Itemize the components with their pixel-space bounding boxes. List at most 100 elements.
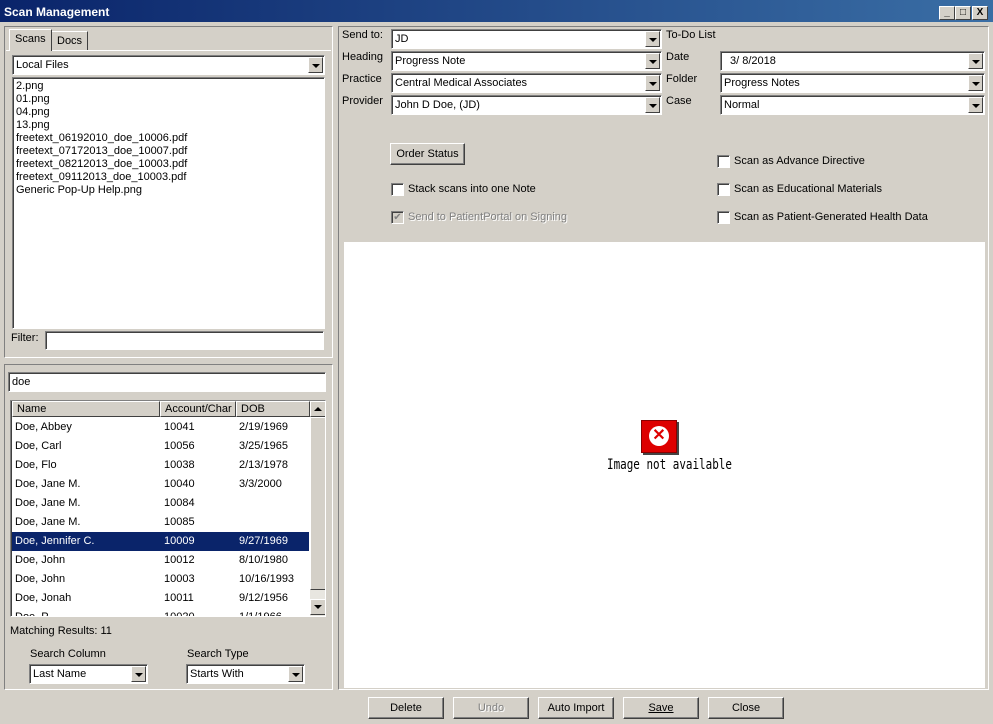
patient-search-input[interactable]: doe xyxy=(8,372,326,392)
chevron-down-icon[interactable] xyxy=(131,666,146,682)
table-row[interactable]: Doe, Jonah 10011 9/12/1956 xyxy=(12,589,309,608)
column-header-account[interactable]: Account/Char xyxy=(160,401,236,417)
provider-value: John D Doe, (JD) xyxy=(395,99,480,111)
todo-list-label[interactable]: To-Do List xyxy=(666,29,716,41)
table-row[interactable]: Doe, John 10003 10/16/1993 xyxy=(12,570,309,589)
table-row[interactable]: Doe, Jennifer C. 10009 9/27/1969 xyxy=(12,532,309,551)
window-title: Scan Management xyxy=(4,5,110,19)
patient-generated-checkbox[interactable] xyxy=(717,211,730,224)
cell-dob: 2/13/1978 xyxy=(239,459,288,471)
chevron-down-icon[interactable] xyxy=(645,31,660,47)
cell-account: 10011 xyxy=(164,592,194,604)
scroll-down-icon[interactable] xyxy=(310,599,325,615)
folder-select[interactable]: Progress Notes xyxy=(720,73,985,93)
file-list-item[interactable]: freetext_09112013_doe_10003.pdf xyxy=(13,171,324,184)
cell-name: Doe, Jane M. xyxy=(15,497,81,509)
search-column-value: Last Name xyxy=(33,668,87,680)
scroll-up-icon[interactable] xyxy=(310,401,325,417)
column-header-name[interactable]: Name xyxy=(12,401,160,417)
chevron-down-icon[interactable] xyxy=(308,57,323,73)
date-picker[interactable]: 3/ 8/2018 xyxy=(720,51,985,71)
search-column-select[interactable]: Last Name xyxy=(29,664,148,684)
patient-grid[interactable]: Name Account/Char DOB Doe, Abbey 10041 2/1… xyxy=(10,400,326,617)
file-list[interactable]: 2.png 01.png 04.png 13.png freetext_06192010… xyxy=(12,77,325,329)
cell-account: 10020 xyxy=(164,608,195,616)
table-row[interactable]: Doe, Jane M. 10084 xyxy=(12,494,309,513)
table-row[interactable]: Doe, Carl 10056 3/25/1965 xyxy=(12,437,309,456)
chevron-down-icon[interactable] xyxy=(645,97,660,113)
cell-name: Doe, Flo xyxy=(15,459,57,471)
table-row[interactable]: Doe, Flo 10038 2/13/1978 xyxy=(12,456,309,475)
scroll-thumb[interactable] xyxy=(310,417,325,590)
advance-directive-label: Scan as Advance Directive xyxy=(734,155,865,167)
close-window-button[interactable]: X xyxy=(972,6,988,20)
save-button[interactable]: Save xyxy=(623,697,699,719)
chevron-down-icon[interactable] xyxy=(968,53,983,69)
minimize-button[interactable]: _ xyxy=(939,6,955,20)
cell-dob: 10/16/1993 xyxy=(239,573,295,585)
file-list-item[interactable]: 04.png xyxy=(13,106,324,119)
undo-button[interactable]: Undo xyxy=(453,697,529,719)
send-to-label: Send to: xyxy=(342,29,383,41)
practice-select[interactable]: Central Medical Associates xyxy=(391,73,662,93)
case-label: Case xyxy=(666,95,692,107)
chevron-down-icon[interactable] xyxy=(968,75,983,91)
cell-account: 10041 xyxy=(164,421,195,433)
tab-scans[interactable]: Scans xyxy=(9,29,52,51)
close-button[interactable]: Close xyxy=(708,697,784,719)
table-row[interactable]: Doe, John 10012 8/10/1980 xyxy=(12,551,309,570)
table-row[interactable]: Doe, Jane M. 10085 xyxy=(12,513,309,532)
file-list-item[interactable]: freetext_06192010_doe_10006.pdf xyxy=(13,132,324,145)
cell-account: 10038 xyxy=(164,459,195,471)
table-row[interactable]: Doe, Abbey 10041 2/19/1969 xyxy=(12,418,309,437)
advance-directive-checkbox[interactable] xyxy=(717,155,730,168)
grid-body: Doe, Abbey 10041 2/19/1969 Doe, Carl 10056 3/… xyxy=(12,418,310,616)
chevron-down-icon[interactable] xyxy=(288,666,303,682)
table-row[interactable]: Doe, P... 10020 1/1/1966 xyxy=(12,608,309,616)
stack-scans-checkbox[interactable] xyxy=(391,183,404,196)
file-list-item[interactable]: freetext_07172013_doe_10007.pdf xyxy=(13,145,324,158)
send-to-select[interactable]: JD xyxy=(391,29,662,49)
file-list-item[interactable]: 2.png xyxy=(13,80,324,93)
search-type-select[interactable]: Starts With xyxy=(186,664,305,684)
chevron-down-icon[interactable] xyxy=(645,53,660,69)
cell-name: Doe, Jane M. xyxy=(15,478,81,490)
cell-dob: 1/1/1966 xyxy=(239,608,282,616)
send-to-value: JD xyxy=(395,33,409,45)
send-to-portal-label: Send to PatientPortal on Signing xyxy=(408,211,568,223)
heading-label: Heading xyxy=(342,51,383,63)
cell-name: Doe, John xyxy=(15,554,66,566)
matching-results: Matching Results: 11 xyxy=(10,625,112,637)
cell-account: 10085 xyxy=(164,516,195,528)
educational-materials-checkbox[interactable] xyxy=(717,183,730,196)
chevron-down-icon[interactable] xyxy=(968,97,983,113)
filter-label: Filter: xyxy=(11,332,39,344)
file-list-item[interactable]: freetext_08212013_doe_10003.pdf xyxy=(13,158,324,171)
order-status-button[interactable]: Order Status xyxy=(390,143,465,165)
stack-scans-label: Stack scans into one Note xyxy=(408,183,536,195)
provider-select[interactable]: John D Doe, (JD) xyxy=(391,95,662,115)
table-row[interactable]: Doe, Jane M. 10040 3/3/2000 xyxy=(12,475,309,494)
auto-import-button[interactable]: Auto Import xyxy=(538,697,614,719)
file-list-item[interactable]: 13.png xyxy=(13,119,324,132)
source-select[interactable]: Local Files xyxy=(12,55,325,75)
patient-search-value: doe xyxy=(12,376,31,388)
delete-button[interactable]: Delete xyxy=(368,697,444,719)
cell-account: 10056 xyxy=(164,440,195,452)
case-select[interactable]: Normal xyxy=(720,95,985,115)
grid-scrollbar[interactable] xyxy=(310,401,325,616)
column-header-dob[interactable]: DOB xyxy=(236,401,310,417)
cell-dob: 3/3/2000 xyxy=(239,478,282,490)
tab-docs[interactable]: Docs xyxy=(51,31,89,51)
file-list-item[interactable]: 01.png xyxy=(13,93,324,106)
broken-image-icon: ✕ xyxy=(641,420,677,453)
filter-input[interactable] xyxy=(45,331,324,350)
file-list-item[interactable]: Generic Pop-Up Help.png xyxy=(13,184,324,197)
search-type-label: Search Type xyxy=(187,648,249,660)
cell-account: 10009 xyxy=(164,535,195,547)
heading-select[interactable]: Progress Note xyxy=(391,51,662,71)
date-value: 3/ 8/2018 xyxy=(730,55,776,67)
chevron-down-icon[interactable] xyxy=(645,75,660,91)
patient-generated-label: Scan as Patient-Generated Health Data xyxy=(734,211,928,223)
maximize-button[interactable]: □ xyxy=(955,6,971,20)
